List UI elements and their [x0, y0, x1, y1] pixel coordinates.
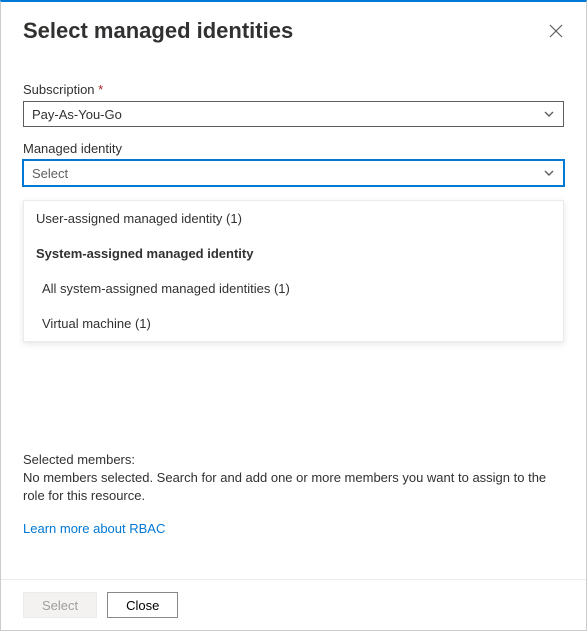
chevron-down-icon — [543, 167, 555, 179]
option-group-system-assigned: System-assigned managed identity — [24, 236, 563, 271]
subscription-select[interactable]: Pay-As-You-Go — [23, 101, 564, 127]
select-button: Select — [23, 592, 97, 618]
close-icon[interactable] — [546, 21, 566, 41]
managed-identity-dropdown: User-assigned managed identity (1) Syste… — [23, 200, 564, 342]
option-virtual-machine[interactable]: Virtual machine (1) — [24, 306, 563, 341]
chevron-down-icon — [543, 108, 555, 120]
required-asterisk: * — [98, 82, 103, 97]
panel-title: Select managed identities — [23, 18, 293, 44]
subscription-label: Subscription * — [23, 82, 564, 97]
option-all-system-assigned[interactable]: All system-assigned managed identities (… — [24, 271, 563, 306]
managed-identity-select[interactable]: Select — [23, 160, 564, 186]
subscription-value: Pay-As-You-Go — [32, 107, 122, 122]
selected-members-label: Selected members: — [23, 452, 564, 467]
learn-more-rbac-link[interactable]: Learn more about RBAC — [23, 521, 165, 536]
close-button[interactable]: Close — [107, 592, 178, 618]
managed-identity-placeholder: Select — [32, 166, 68, 181]
managed-identity-label: Managed identity — [23, 141, 564, 156]
option-user-assigned[interactable]: User-assigned managed identity (1) — [24, 201, 563, 236]
selected-members-message: No members selected. Search for and add … — [23, 469, 564, 505]
